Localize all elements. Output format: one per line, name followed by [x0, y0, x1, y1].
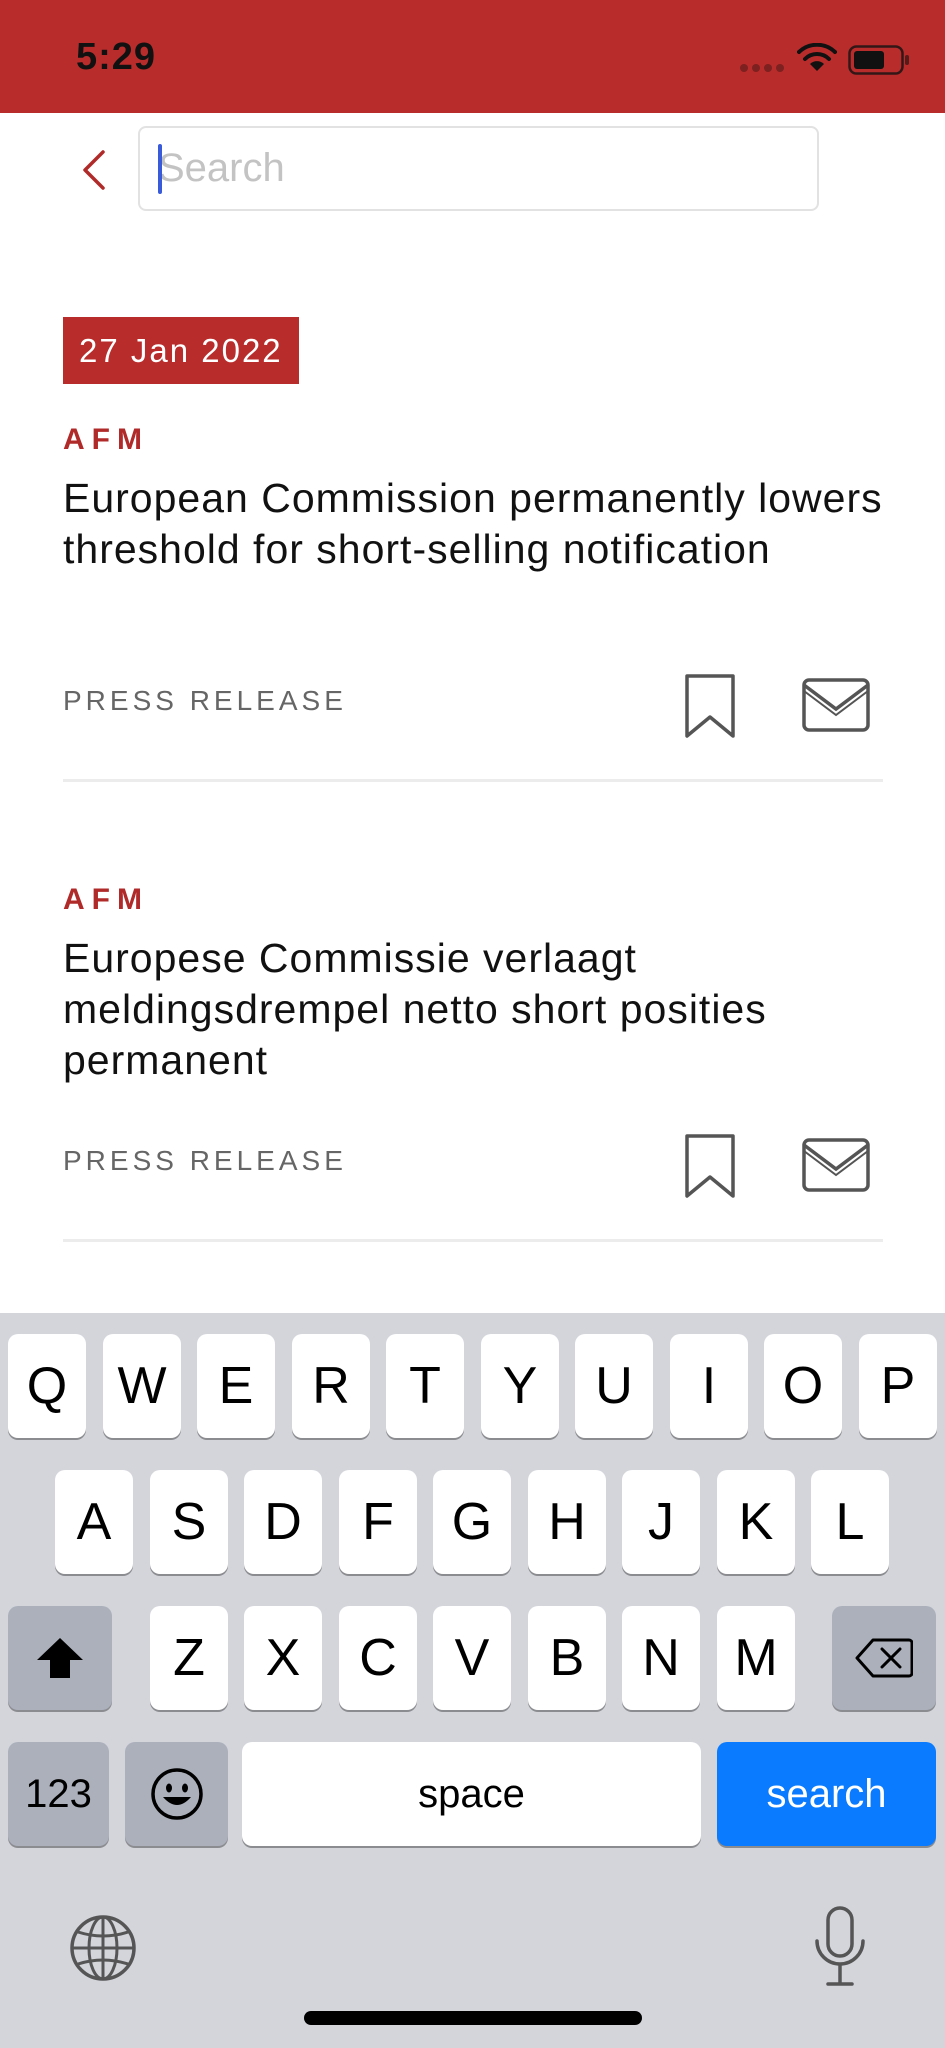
- backspace-key[interactable]: [832, 1606, 936, 1710]
- key-a[interactable]: A: [55, 1470, 133, 1574]
- bookmark-icon[interactable]: [683, 673, 737, 739]
- article-item[interactable]: AFM European Commission permanently lowe…: [63, 423, 883, 783]
- article-type: PRESS RELEASE: [63, 1145, 347, 1176]
- space-key[interactable]: space: [242, 1742, 701, 1846]
- battery-icon: [848, 45, 909, 75]
- key-r[interactable]: R: [292, 1334, 370, 1438]
- home-indicator: [304, 2011, 642, 2025]
- status-bar: 5:29: [0, 0, 945, 113]
- shift-arrow-icon: [37, 1638, 83, 1678]
- emoji-icon: [150, 1768, 203, 1820]
- key-q[interactable]: Q: [8, 1334, 86, 1438]
- key-g[interactable]: G: [433, 1470, 511, 1574]
- key-h[interactable]: H: [528, 1470, 606, 1574]
- search-key[interactable]: search: [717, 1742, 936, 1846]
- chevron-left-icon: [83, 150, 105, 190]
- key-o[interactable]: O: [764, 1334, 842, 1438]
- key-v[interactable]: V: [433, 1606, 511, 1710]
- divider: [63, 1239, 883, 1242]
- article-source: AFM: [63, 423, 149, 456]
- key-m[interactable]: M: [717, 1606, 795, 1710]
- divider: [63, 779, 883, 782]
- key-d[interactable]: D: [244, 1470, 322, 1574]
- key-z[interactable]: Z: [150, 1606, 228, 1710]
- key-n[interactable]: N: [622, 1606, 700, 1710]
- article-type: PRESS RELEASE: [63, 685, 347, 716]
- numbers-key[interactable]: 123: [8, 1742, 109, 1846]
- microphone-icon[interactable]: [812, 1905, 868, 1989]
- search-box[interactable]: [138, 126, 819, 211]
- key-j[interactable]: J: [622, 1470, 700, 1574]
- globe-icon[interactable]: [68, 1913, 138, 1983]
- search-input[interactable]: [158, 128, 798, 209]
- key-p[interactable]: P: [859, 1334, 937, 1438]
- mail-icon[interactable]: [801, 677, 871, 733]
- bookmark-icon[interactable]: [683, 1133, 737, 1199]
- shift-key[interactable]: [8, 1606, 112, 1710]
- key-w[interactable]: W: [103, 1334, 181, 1438]
- article-title[interactable]: Europese Commissie verlaagt meldingsdrem…: [63, 933, 883, 1086]
- key-l[interactable]: L: [811, 1470, 889, 1574]
- mail-icon[interactable]: [801, 1137, 871, 1193]
- key-c[interactable]: C: [339, 1606, 417, 1710]
- article-source: AFM: [63, 883, 149, 916]
- back-button[interactable]: [76, 146, 112, 194]
- status-time: 5:29: [76, 36, 157, 78]
- key-y[interactable]: Y: [481, 1334, 559, 1438]
- backspace-icon: [855, 1638, 913, 1678]
- key-t[interactable]: T: [386, 1334, 464, 1438]
- key-b[interactable]: B: [528, 1606, 606, 1710]
- text-caret: [158, 144, 162, 194]
- wifi-icon: [797, 43, 837, 71]
- article-title[interactable]: European Commission permanently lowers t…: [63, 473, 883, 575]
- cellular-signal-icon: [740, 64, 784, 72]
- key-k[interactable]: K: [717, 1470, 795, 1574]
- key-s[interactable]: S: [150, 1470, 228, 1574]
- key-f[interactable]: F: [339, 1470, 417, 1574]
- key-i[interactable]: I: [670, 1334, 748, 1438]
- date-badge: 27 Jan 2022: [63, 317, 299, 384]
- emoji-key[interactable]: [125, 1742, 228, 1846]
- article-item[interactable]: AFM Europese Commissie verlaagt meldings…: [63, 883, 883, 1243]
- key-u[interactable]: U: [575, 1334, 653, 1438]
- key-e[interactable]: E: [197, 1334, 275, 1438]
- key-x[interactable]: X: [244, 1606, 322, 1710]
